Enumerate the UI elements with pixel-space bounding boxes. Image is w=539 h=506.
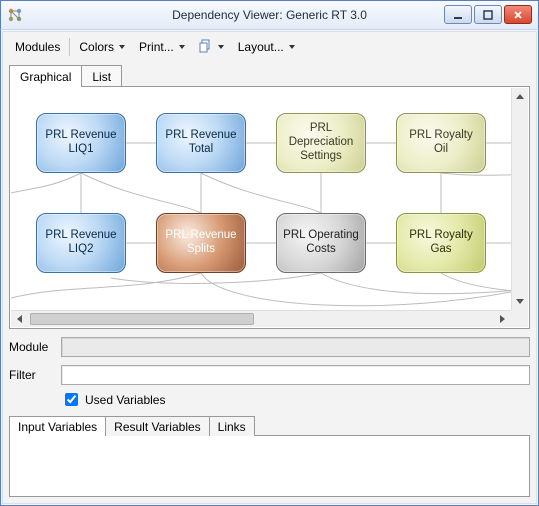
menu-colors[interactable]: Colors <box>73 37 131 57</box>
tab-links[interactable]: Links <box>209 416 255 436</box>
copy-icon <box>199 39 213 56</box>
node-label: PRL Royalty Gas <box>401 229 481 257</box>
tab-input-variables[interactable]: Input Variables <box>9 416 106 436</box>
scroll-left-arrow-icon[interactable] <box>11 311 28 328</box>
menu-layout[interactable]: Layout... <box>232 37 301 57</box>
menu-label: Modules <box>15 40 60 54</box>
node-prl-revenue-splits[interactable]: PRL Revenue Splits <box>156 213 246 273</box>
graph-canvas[interactable]: PRL Revenue LIQ1 PRL Revenue Total PRL D… <box>11 88 511 310</box>
node-label: PRL Revenue LIQ2 <box>41 229 121 257</box>
horizontal-scrollbar[interactable] <box>11 310 511 327</box>
tab-graphical[interactable]: Graphical <box>9 65 82 87</box>
scroll-right-arrow-icon[interactable] <box>494 311 511 328</box>
menubar: Modules Colors Print... <box>9 35 530 59</box>
menu-label: Print... <box>139 40 174 54</box>
close-button[interactable] <box>504 5 532 24</box>
node-label: PRL Operating Costs <box>281 229 361 257</box>
scroll-up-arrow-icon[interactable] <box>512 88 528 105</box>
node-label: PRL Royalty Oil <box>401 129 481 157</box>
dropdown-arrow-icon <box>289 45 295 49</box>
vertical-scrollbar[interactable] <box>511 88 528 310</box>
scrollbar-track[interactable] <box>28 311 494 327</box>
app-icon <box>7 7 23 23</box>
dropdown-arrow-icon <box>218 45 224 49</box>
node-prl-operating-costs[interactable]: PRL Operating Costs <box>276 213 366 273</box>
filter-input[interactable] <box>61 365 530 385</box>
used-variables-label: Used Variables <box>85 393 165 407</box>
menu-print[interactable]: Print... <box>133 37 191 57</box>
top-tabstrip: Graphical List <box>9 62 530 86</box>
menu-copy[interactable] <box>193 36 230 59</box>
node-prl-revenue-total[interactable]: PRL Revenue Total <box>156 113 246 173</box>
module-label: Module <box>9 340 55 354</box>
menu-modules[interactable]: Modules <box>9 37 66 57</box>
graph-panel: PRL Revenue LIQ1 PRL Revenue Total PRL D… <box>9 86 530 329</box>
minimize-button[interactable] <box>444 5 472 24</box>
node-prl-revenue-liq1[interactable]: PRL Revenue LIQ1 <box>36 113 126 173</box>
titlebar[interactable]: Dependency Viewer: Generic RT 3.0 <box>0 0 539 30</box>
bottom-tabstrip: Input Variables Result Variables Links <box>9 413 530 435</box>
scroll-down-arrow-icon[interactable] <box>512 293 528 310</box>
bottom-panel <box>9 435 530 497</box>
node-prl-revenue-liq2[interactable]: PRL Revenue LIQ2 <box>36 213 126 273</box>
node-label: PRL Revenue Splits <box>161 229 241 257</box>
tab-list[interactable]: List <box>81 65 122 87</box>
filter-label: Filter <box>9 368 55 382</box>
used-variables-checkbox[interactable] <box>65 393 78 406</box>
module-field <box>61 337 530 357</box>
menu-label: Layout... <box>238 40 284 54</box>
scrollbar-thumb[interactable] <box>30 313 254 325</box>
node-label: PRL Revenue LIQ1 <box>41 129 121 157</box>
node-prl-royalty-oil[interactable]: PRL Royalty Oil <box>396 113 486 173</box>
tab-result-variables[interactable]: Result Variables <box>105 416 209 436</box>
dropdown-arrow-icon <box>179 45 185 49</box>
node-prl-royalty-gas[interactable]: PRL Royalty Gas <box>396 213 486 273</box>
menu-separator <box>69 38 70 56</box>
maximize-button[interactable] <box>474 5 502 24</box>
scrollbar-track[interactable] <box>512 105 528 293</box>
node-prl-depreciation-settings[interactable]: PRL Depreciation Settings <box>276 113 366 173</box>
menu-label: Colors <box>79 40 114 54</box>
node-label: PRL Revenue Total <box>161 129 241 157</box>
dropdown-arrow-icon <box>119 45 125 49</box>
node-label: PRL Depreciation Settings <box>281 122 361 163</box>
scrollbar-corner <box>511 310 528 327</box>
